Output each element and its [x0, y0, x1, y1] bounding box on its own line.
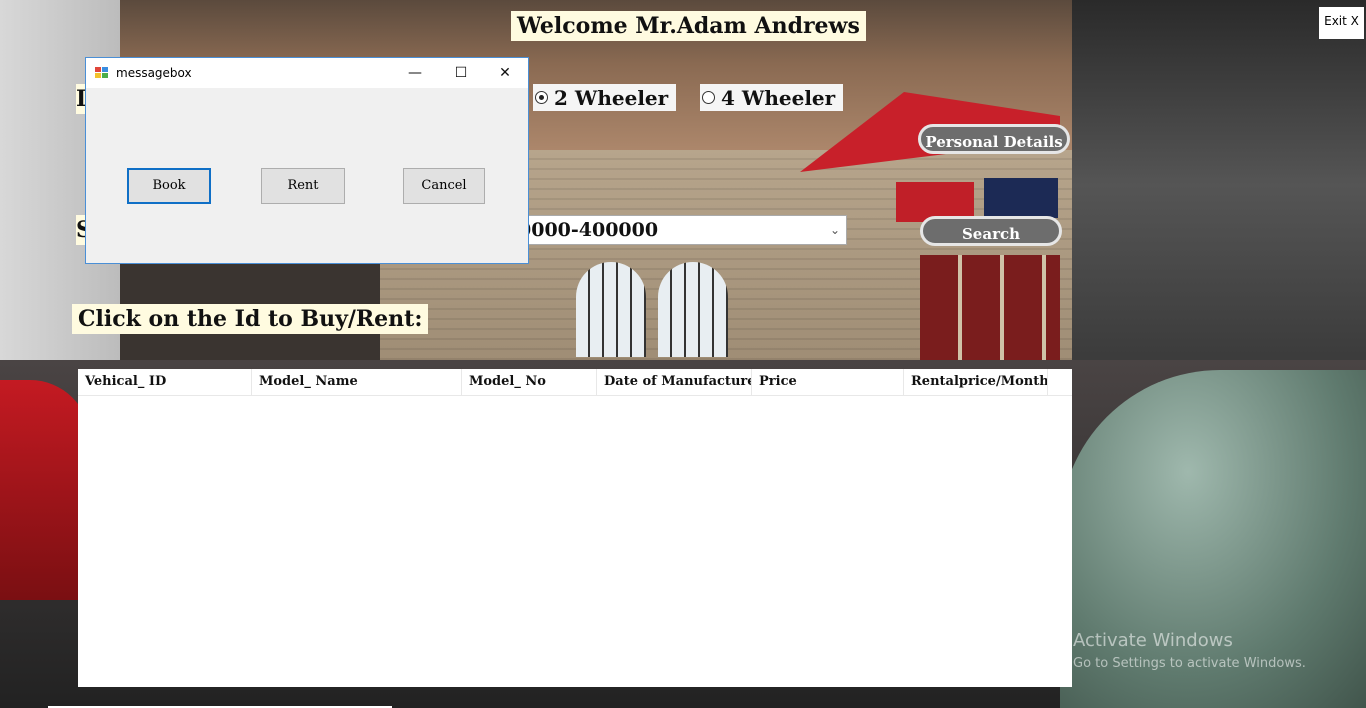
- alfa-romeo-sign: [984, 178, 1058, 218]
- radio-4-wheeler[interactable]: 4 Wheeler: [700, 84, 844, 111]
- arched-window: [658, 262, 728, 357]
- column-header[interactable]: Price: [752, 369, 904, 395]
- table-header: Vehical_ ID Model_ Name Model_ No Date o…: [78, 369, 1072, 396]
- search-button[interactable]: Search: [920, 216, 1062, 246]
- radio-checked-icon: [535, 91, 548, 104]
- radio-label: 2 Wheeler: [554, 85, 669, 110]
- maximize-icon[interactable]: ☐: [438, 58, 484, 88]
- price-range-select[interactable]: 0000-400000 ⌄: [511, 215, 847, 245]
- book-button[interactable]: Book: [127, 168, 211, 204]
- radio-2-wheeler[interactable]: 2 Wheeler: [533, 84, 677, 111]
- dialog-titlebar[interactable]: messagebox — ☐ ✕: [86, 58, 528, 88]
- glass-partition: [1072, 0, 1366, 370]
- cancel-button[interactable]: Cancel: [403, 168, 485, 204]
- instruction-label: Click on the Id to Buy/Rent:: [72, 304, 429, 334]
- arched-window: [576, 262, 646, 357]
- exit-button[interactable]: Exit X: [1319, 7, 1364, 39]
- column-header[interactable]: Vehical_ ID: [78, 369, 252, 395]
- activate-windows-subtitle: Go to Settings to activate Windows.: [1073, 656, 1306, 671]
- dialog-title: messagebox: [116, 66, 192, 80]
- rent-button[interactable]: Rent: [261, 168, 345, 204]
- personal-details-button[interactable]: Personal Details: [918, 124, 1070, 154]
- radio-unchecked-icon: [702, 91, 715, 104]
- price-range-value: 0000-400000: [518, 219, 659, 241]
- minimize-icon[interactable]: —: [392, 58, 438, 88]
- column-header[interactable]: Model_ No: [462, 369, 597, 395]
- red-car: [0, 380, 90, 600]
- column-header[interactable]: Date of Manufacture: [597, 369, 752, 395]
- vehicle-table[interactable]: Vehical_ ID Model_ Name Model_ No Date o…: [78, 369, 1072, 687]
- column-header[interactable]: Rentalprice/Month: [904, 369, 1048, 395]
- poster-wall: [920, 255, 1060, 365]
- activate-windows-title: Activate Windows: [1073, 630, 1233, 651]
- app-icon: [95, 67, 109, 79]
- messagebox-dialog[interactable]: messagebox — ☐ ✕ Book Rent Cancel: [85, 57, 529, 264]
- welcome-label: Welcome Mr.Adam Andrews: [511, 11, 866, 41]
- radio-label: 4 Wheeler: [721, 85, 836, 110]
- close-icon[interactable]: ✕: [482, 58, 528, 88]
- chevron-down-icon: ⌄: [829, 223, 840, 237]
- column-header[interactable]: Model_ Name: [252, 369, 462, 395]
